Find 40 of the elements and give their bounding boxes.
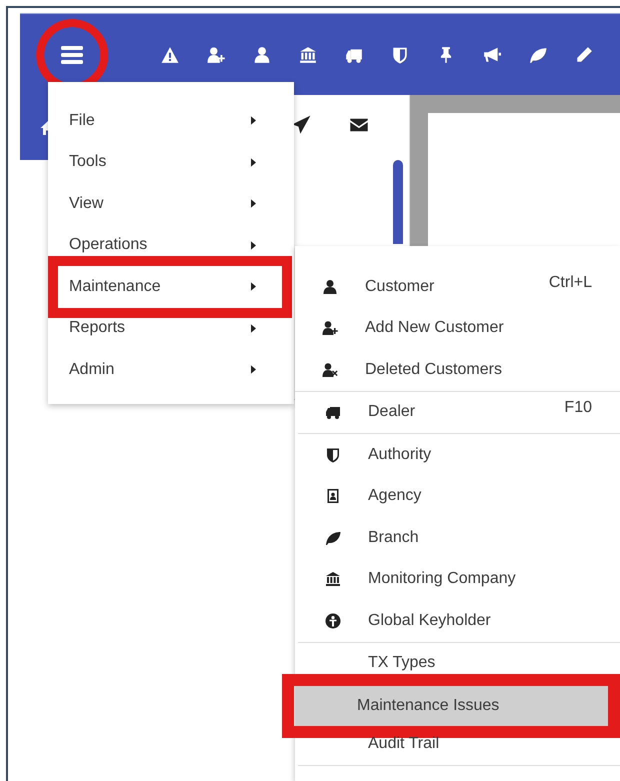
menu-item[interactable]: Global Keyholder xyxy=(306,610,610,631)
menu-item[interactable]: Maintenance xyxy=(58,276,282,297)
menu-item[interactable]: Dealer F10 xyxy=(306,402,610,422)
menu-item[interactable]: File xyxy=(48,110,294,131)
menu-item[interactable]: Monitoring Company xyxy=(306,569,610,590)
menu-item[interactable]: Authority xyxy=(306,444,610,465)
menu-item[interactable]: Agency xyxy=(306,486,610,506)
menu-item[interactable]: Maintenance Issues xyxy=(295,686,608,726)
add-user-icon xyxy=(322,320,338,336)
remove-user-icon xyxy=(322,362,338,378)
bank-icon xyxy=(325,571,341,588)
menu-item[interactable]: Reports xyxy=(48,318,294,338)
menu-item[interactable]: Audit Trail xyxy=(306,734,610,754)
leaf-icon xyxy=(325,530,341,546)
pencil-icon[interactable] xyxy=(575,46,593,64)
menu-item[interactable]: Operations xyxy=(48,235,294,256)
menu-item[interactable]: Branch xyxy=(306,528,610,548)
menu-icon xyxy=(61,46,83,64)
leaf-icon[interactable] xyxy=(529,46,547,64)
menu-item[interactable]: Deleted Customers xyxy=(303,360,610,380)
menu-item[interactable]: Add New Customer xyxy=(303,318,610,338)
user-icon xyxy=(322,278,338,295)
scrollbar[interactable] xyxy=(393,160,403,244)
truck-icon xyxy=(325,404,341,420)
shield-icon xyxy=(325,446,341,463)
id-card-icon xyxy=(325,488,341,504)
menu-item[interactable]: Tools xyxy=(48,152,294,172)
menu-item[interactable]: Admin xyxy=(48,360,294,380)
add-user-icon[interactable] xyxy=(207,46,225,64)
warning-icon[interactable] xyxy=(161,46,179,64)
paper-plane-icon[interactable] xyxy=(291,115,311,135)
megaphone-icon[interactable] xyxy=(483,46,501,64)
menu-item[interactable]: View xyxy=(48,194,294,214)
shortcut-label: Ctrl+L xyxy=(548,274,592,292)
bank-icon[interactable] xyxy=(299,46,317,64)
menu-item[interactable]: TX Types xyxy=(306,653,610,674)
shortcut-label: F10 xyxy=(564,399,592,418)
shield-icon[interactable] xyxy=(391,46,409,64)
user-icon[interactable] xyxy=(253,46,271,64)
menu-item[interactable]: Customer Ctrl+L xyxy=(303,276,610,297)
